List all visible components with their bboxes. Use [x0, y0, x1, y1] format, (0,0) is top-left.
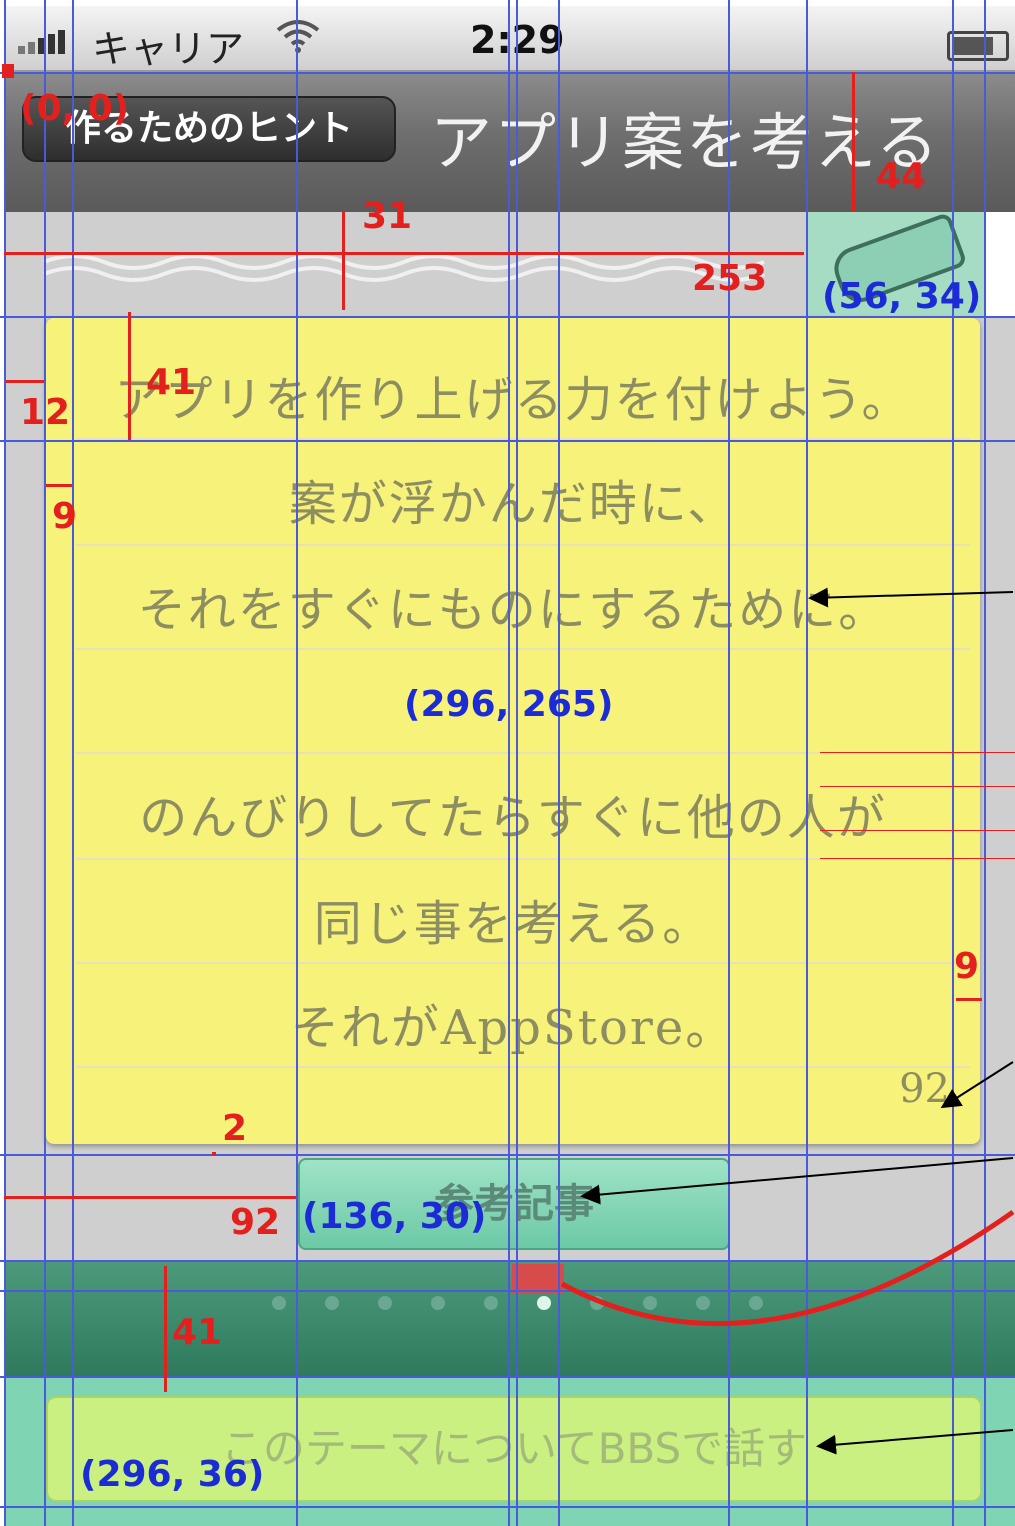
pager-height-label: 41 — [172, 1312, 223, 1353]
right-margin-label: 9 — [954, 946, 980, 987]
strip-height-label: 31 — [362, 196, 413, 237]
gap-label: 2 — [222, 1108, 248, 1149]
origin-label: (0, 0) — [20, 88, 130, 129]
button-size-label: (136, 30) — [302, 1196, 487, 1237]
nav-height-label: 44 — [876, 156, 927, 197]
button-offset-label: 92 — [230, 1202, 281, 1243]
memo-size-label: (296, 265) — [404, 684, 614, 725]
line-height-label: 41 — [146, 362, 197, 403]
strip-width-label: 253 — [692, 258, 768, 299]
margin-left-label: 12 — [20, 392, 71, 433]
annotation-arrows — [560, 587, 1015, 1455]
inner-margin-label: 9 — [52, 496, 78, 537]
bottom-button-size-label: (296, 36) — [80, 1454, 265, 1495]
icon-size-label: (56, 34) — [822, 276, 982, 317]
